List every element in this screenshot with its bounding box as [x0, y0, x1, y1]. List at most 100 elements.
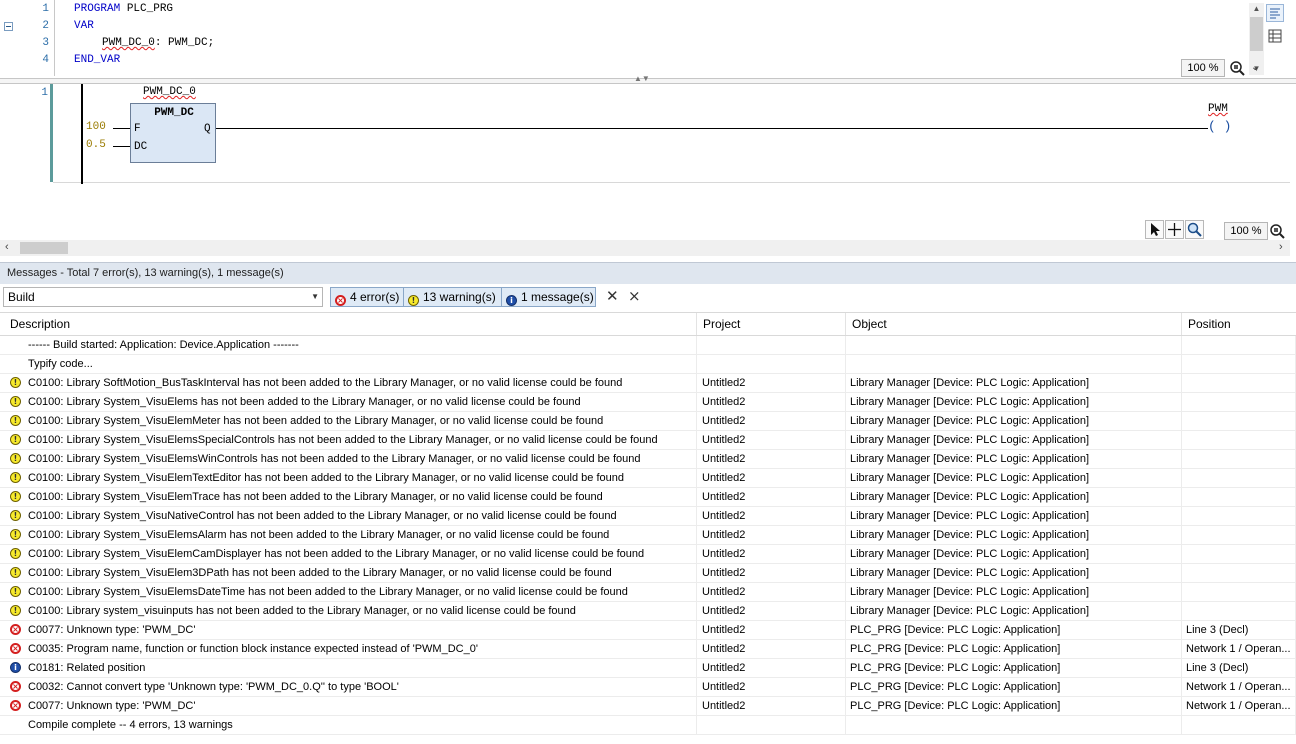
cell-project: Untitled2: [697, 640, 846, 658]
column-object[interactable]: Object: [846, 313, 1182, 335]
variable-type: : PWM_DC;: [154, 37, 215, 49]
cell-position: Network 1 / Operan...: [1182, 678, 1296, 696]
cell-project: Untitled2: [697, 450, 846, 468]
cell-position: [1182, 716, 1296, 734]
table-row[interactable]: ------ Build started: Application: Devic…: [0, 336, 1296, 355]
cell-object: Library Manager [Device: PLC Logic: Appl…: [846, 469, 1182, 487]
table-row[interactable]: ! C0100: Library System_VisuNativeControl…: [0, 507, 1296, 526]
program-name: PLC_PRG: [126, 3, 174, 15]
code-line-2[interactable]: VAR: [74, 20, 94, 32]
errors-filter-button[interactable]: × 4 error(s): [330, 287, 404, 307]
cell-object: Library Manager [Device: PLC Logic: Appl…: [846, 488, 1182, 506]
cell-position: [1182, 450, 1296, 468]
table-row[interactable]: ! C0100: Library System_VisuElemTrace has…: [0, 488, 1296, 507]
table-row[interactable]: ! C0100: Library System_VisuElem3DPath ha…: [0, 564, 1296, 583]
collapse-icon[interactable]: [4, 22, 13, 31]
instance-name[interactable]: PWM_DC_0: [143, 86, 196, 98]
coil-variable[interactable]: PWM: [1208, 103, 1228, 115]
cell-project: Untitled2: [697, 602, 846, 620]
table-row[interactable]: ! C0100: Library System_VisuElems has not…: [0, 393, 1296, 412]
cell-project: Untitled2: [697, 545, 846, 563]
textual-view-icon[interactable]: [1266, 4, 1284, 22]
cell-position: Network 1 / Operan...: [1182, 697, 1296, 715]
table-row[interactable]: × C0077: Unknown type: 'PWM_DC' Untitled2 P…: [0, 621, 1296, 640]
ladder-editor[interactable]: 1 PWM_DC_0 PWM_DC F DC Q 100 0.5 PWM ( )…: [0, 84, 1290, 244]
scroll-thumb[interactable]: [1250, 17, 1263, 51]
message-category-select[interactable]: Build ▼: [3, 287, 323, 307]
table-row[interactable]: Typify code...: [0, 355, 1296, 374]
cell-project: Untitled2: [697, 621, 846, 639]
cell-project: Untitled2: [697, 697, 846, 715]
move-tool-icon[interactable]: [1165, 220, 1184, 239]
table-row[interactable]: i C0181: Related position Untitled2 PLC_PRG…: [0, 659, 1296, 678]
tabular-view-icon[interactable]: [1266, 27, 1284, 45]
input-value-f[interactable]: 100: [86, 121, 106, 133]
cell-position: [1182, 564, 1296, 582]
table-row[interactable]: × C0077: Unknown type: 'PWM_DC' Untitled2 P…: [0, 697, 1296, 716]
input-value-dc[interactable]: 0.5: [86, 139, 106, 151]
cell-position: [1182, 583, 1296, 601]
cell-object: Library Manager [Device: PLC Logic: Appl…: [846, 431, 1182, 449]
declaration-editor[interactable]: 1 2 3 4 PROGRAM PLC_PRG VAR PWM_DC_0: PW…: [0, 0, 1296, 78]
horizontal-scrollbar[interactable]: ‹ ›: [0, 240, 1290, 256]
cell-object: Library Manager [Device: PLC Logic: Appl…: [846, 412, 1182, 430]
network-marker: [50, 84, 53, 182]
cell-object: Library Manager [Device: PLC Logic: Appl…: [846, 545, 1182, 563]
table-row[interactable]: × C0035: Program name, function or functi…: [0, 640, 1296, 659]
function-block[interactable]: PWM_DC F DC Q: [130, 103, 216, 163]
cell-description: C0100: Library system_visuinputs has not…: [0, 602, 697, 620]
code-line-3[interactable]: PWM_DC_0: PWM_DC;: [102, 37, 214, 49]
table-row[interactable]: ! C0100: Library System_VisuElemsAlarm ha…: [0, 526, 1296, 545]
code-line-4[interactable]: END_VAR: [74, 54, 120, 66]
cell-position: [1182, 602, 1296, 620]
splitter-arrows-icon[interactable]: ▲▼: [634, 75, 650, 83]
magnify-tool-icon[interactable]: [1185, 220, 1204, 239]
messages-title: Messages - Total 7 error(s), 13 warning(…: [0, 262, 1296, 284]
zoom-icon[interactable]: [1228, 59, 1246, 77]
cell-description: C0100: Library System_VisuElemTrace has …: [0, 488, 697, 506]
scroll-thumb[interactable]: [20, 242, 68, 254]
table-row[interactable]: ! C0100: Library System_VisuElemsDateTime…: [0, 583, 1296, 602]
messages-table: Description Project Object Position ----…: [0, 312, 1296, 744]
cell-object: Library Manager [Device: PLC Logic: Appl…: [846, 507, 1182, 525]
table-row[interactable]: × C0032: Cannot convert type 'Unknown typ…: [0, 678, 1296, 697]
table-row[interactable]: ! C0100: Library system_visuinputs has no…: [0, 602, 1296, 621]
chevron-down-icon: ▼: [311, 292, 319, 301]
table-row[interactable]: ! C0100: Library System_VisuElemTextEdito…: [0, 469, 1296, 488]
warning-icon: !: [408, 295, 419, 306]
ladder-zoom-level[interactable]: 100 %: [1224, 222, 1268, 240]
declaration-zoom-level[interactable]: 100 %: [1181, 59, 1225, 77]
cell-project: [697, 716, 846, 734]
cell-object: Library Manager [Device: PLC Logic: Appl…: [846, 583, 1182, 601]
table-row[interactable]: ! C0100: Library System_VisuElemMeter has…: [0, 412, 1296, 431]
column-project[interactable]: Project: [697, 313, 846, 335]
cell-description: C0100: Library System_VisuElemsDateTime …: [0, 583, 697, 601]
messages-filter-button[interactable]: i 1 message(s): [501, 287, 596, 307]
table-row[interactable]: ! C0100: Library SoftMotion_BusTaskInterv…: [0, 374, 1296, 393]
input-pin-f: F: [134, 123, 141, 135]
zoom-icon[interactable]: [1268, 222, 1286, 240]
table-row[interactable]: Compile complete -- 4 errors, 13 warning…: [0, 716, 1296, 735]
table-row[interactable]: ! C0100: Library System_VisuElemsWinContr…: [0, 450, 1296, 469]
cell-position: Line 3 (Decl): [1182, 621, 1296, 639]
table-row[interactable]: ! C0100: Library System_VisuElemsSpecialC…: [0, 431, 1296, 450]
cell-project: Untitled2: [697, 431, 846, 449]
clear-all-messages-icon[interactable]: ⨯: [628, 289, 641, 304]
cell-position: [1182, 507, 1296, 525]
cell-description: C0100: Library System_VisuElems has not …: [0, 393, 697, 411]
warnings-filter-button[interactable]: ! 13 warning(s): [403, 287, 502, 307]
column-description[interactable]: Description: [4, 313, 697, 335]
table-header: Description Project Object Position: [0, 312, 1296, 336]
code-line-1[interactable]: PROGRAM PLC_PRG: [74, 3, 173, 15]
clear-messages-icon[interactable]: ✕: [606, 289, 619, 304]
table-row[interactable]: ! C0100: Library System_VisuElemCamDispla…: [0, 545, 1296, 564]
scroll-up-icon[interactable]: ▲: [1249, 3, 1264, 15]
cell-project: Untitled2: [697, 412, 846, 430]
scroll-right-icon[interactable]: ›: [1279, 241, 1283, 253]
chevron-down-icon[interactable]: ⌄: [1251, 62, 1259, 73]
scroll-left-icon[interactable]: ‹: [5, 241, 9, 253]
messages-filter-label: 1 message(s): [521, 290, 594, 304]
column-position[interactable]: Position: [1182, 313, 1296, 335]
select-tool-icon[interactable]: [1145, 220, 1164, 239]
coil-icon[interactable]: ( ): [1208, 119, 1231, 134]
